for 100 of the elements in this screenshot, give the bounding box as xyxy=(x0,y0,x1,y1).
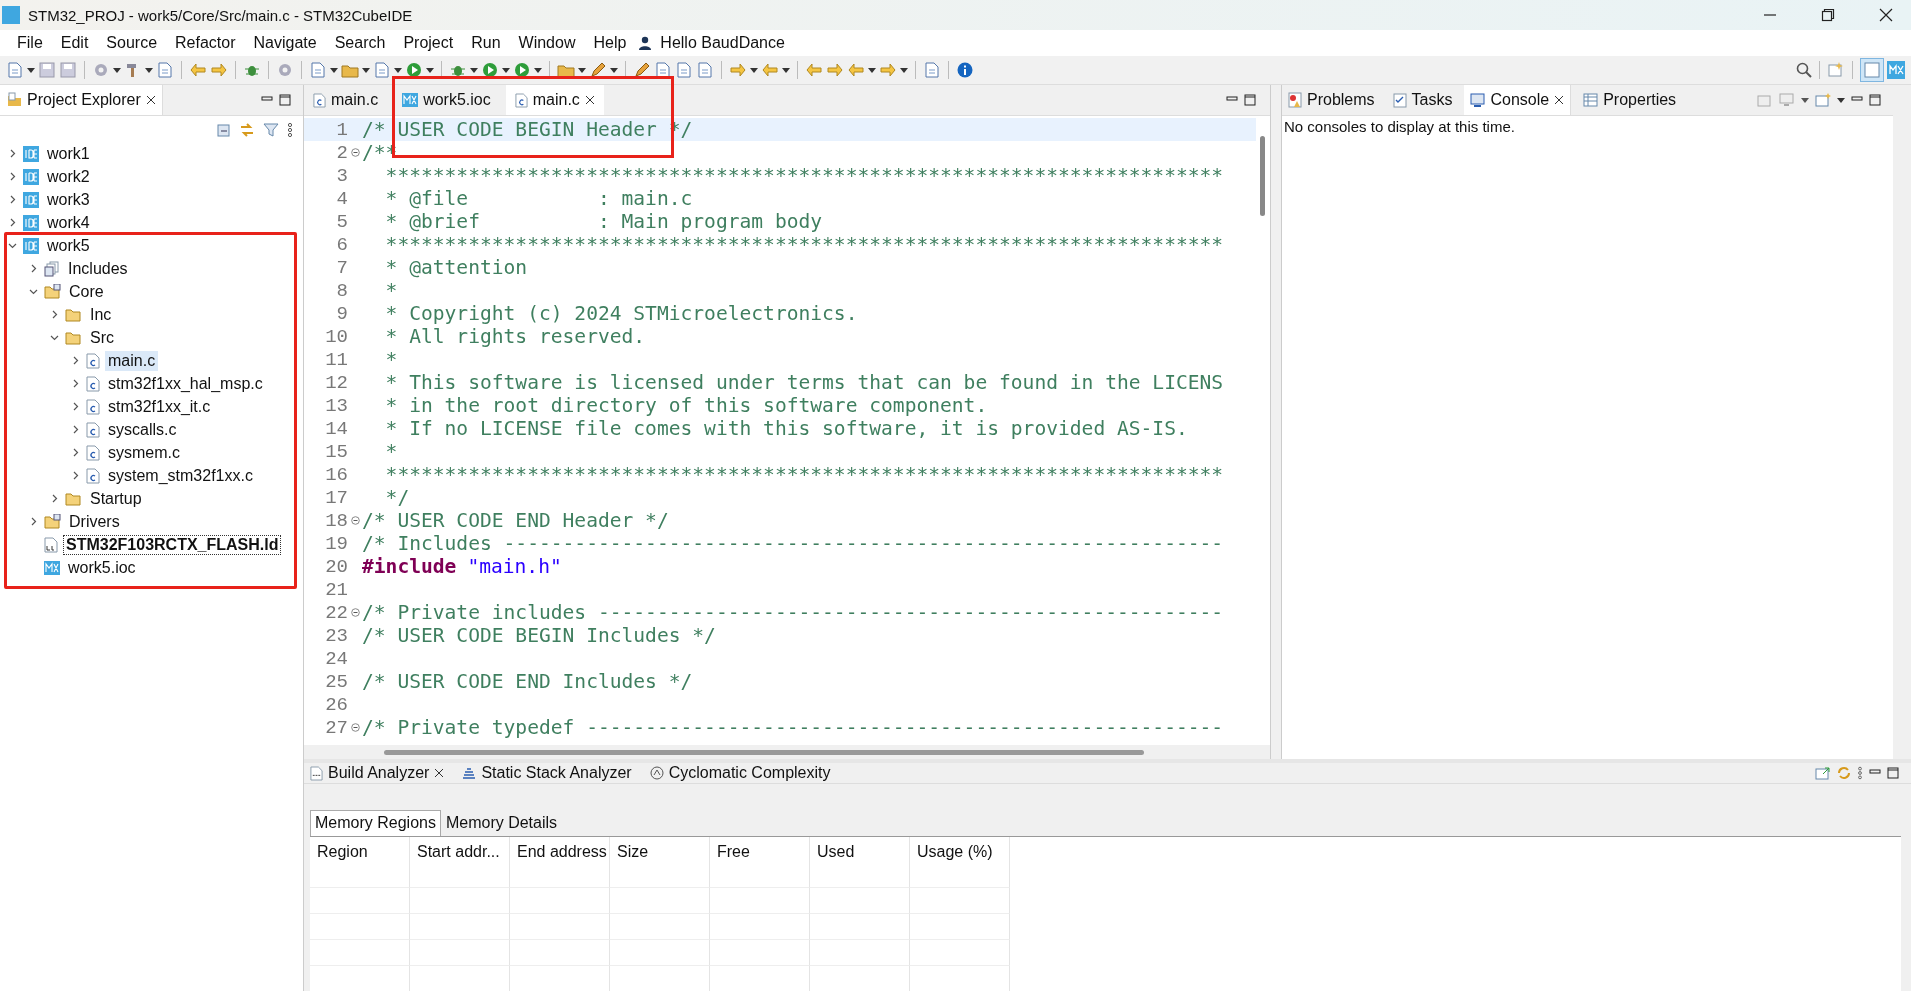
close-icon[interactable] xyxy=(1554,95,1565,105)
menu-item[interactable]: Source xyxy=(97,34,167,52)
close-icon[interactable] xyxy=(1879,8,1893,22)
dropdown-caret-icon[interactable] xyxy=(1837,97,1845,103)
menu-item[interactable]: Window xyxy=(509,34,585,52)
view-tab[interactable]: Console xyxy=(1464,85,1572,115)
includes-icon xyxy=(44,260,60,277)
dropdown-caret-icon[interactable] xyxy=(578,67,586,73)
column-header[interactable]: Usage (%) xyxy=(910,837,1010,887)
tree-item[interactable]: Core xyxy=(66,281,107,302)
tree-item[interactable]: work3 xyxy=(44,189,93,210)
tree-item[interactable]: STM32F103RCTX_FLASH.ld xyxy=(63,534,282,555)
tree-item[interactable]: work5 xyxy=(44,235,93,256)
more-options-icon[interactable] xyxy=(1857,766,1863,780)
close-icon[interactable] xyxy=(145,95,156,105)
dropdown-caret-icon[interactable] xyxy=(534,67,542,73)
scrollbar-thumb[interactable] xyxy=(384,749,1144,755)
maximize-icon[interactable] xyxy=(279,94,291,106)
maximize-icon[interactable] xyxy=(1869,94,1881,106)
view-tab[interactable]: Cyclomatic Complexity xyxy=(643,763,837,783)
export-icon[interactable] xyxy=(1815,766,1831,780)
user-name[interactable]: Hello BaudDance xyxy=(651,34,794,52)
scrollbar-thumb[interactable] xyxy=(1260,136,1265,216)
edit-icon[interactable] xyxy=(633,61,651,79)
menu-item[interactable]: Edit xyxy=(51,34,98,52)
fold-toggle-icon[interactable] xyxy=(350,148,360,157)
fold-toggle-icon[interactable] xyxy=(350,516,360,525)
sub-tab[interactable]: Memory Details xyxy=(440,810,563,836)
tree-item[interactable]: Startup xyxy=(87,488,145,509)
tree-item[interactable]: syscalls.c xyxy=(105,419,180,440)
fold-toggle-icon[interactable] xyxy=(350,608,360,617)
tree-item[interactable]: work5.ioc xyxy=(65,557,139,578)
menu-item[interactable]: Refactor xyxy=(166,34,245,52)
editor-tab[interactable]: work5.ioc xyxy=(393,85,500,115)
dropdown-caret-icon[interactable] xyxy=(610,67,618,73)
tree-item[interactable]: Src xyxy=(87,327,117,348)
editor-tab[interactable]: main.c xyxy=(304,85,388,115)
pen-icon[interactable] xyxy=(589,61,607,79)
column-header[interactable]: End address xyxy=(510,837,610,887)
column-header[interactable]: Region xyxy=(310,837,410,887)
collapse-all-icon[interactable] xyxy=(215,122,231,138)
tree-item[interactable]: stm32f1xx_it.c xyxy=(105,396,214,417)
explorer-tab[interactable]: Project Explorer xyxy=(0,85,163,115)
column-header[interactable]: Start addr... xyxy=(410,837,510,887)
tree-item[interactable]: system_stm32f1xx.c xyxy=(105,465,256,486)
dropdown-caret-icon[interactable] xyxy=(426,67,434,73)
menu-item[interactable]: Project xyxy=(394,34,463,52)
menu-item[interactable]: File xyxy=(8,34,52,52)
tree-item[interactable]: main.c xyxy=(105,350,159,371)
tree-item[interactable]: stm32f1xx_hal_msp.c xyxy=(105,373,266,394)
maximize-icon[interactable] xyxy=(1887,767,1899,779)
close-icon[interactable] xyxy=(434,768,445,778)
tree-item[interactable]: work1 xyxy=(44,143,93,164)
info-icon[interactable] xyxy=(956,61,974,79)
tree-item[interactable]: sysmem.c xyxy=(105,442,183,463)
mx-perspective-icon[interactable] xyxy=(1887,61,1905,79)
dropdown-caret-icon[interactable] xyxy=(900,67,908,73)
run-external-icon[interactable] xyxy=(513,61,531,79)
menu-item[interactable]: Help xyxy=(584,34,636,52)
maximize-icon[interactable] xyxy=(1244,94,1256,106)
close-icon[interactable] xyxy=(584,95,595,105)
view-tab[interactable]: Tasks xyxy=(1386,85,1459,115)
run-icon[interactable] xyxy=(481,61,499,79)
code-comment: * in the root directory of this software component. xyxy=(384,394,988,417)
dropdown-caret-icon[interactable] xyxy=(145,67,153,73)
tree-item[interactable]: work2 xyxy=(44,166,93,187)
menu-item[interactable]: Navigate xyxy=(244,34,326,52)
dropdown-caret-icon[interactable] xyxy=(1801,97,1809,103)
c-file-icon xyxy=(514,92,528,108)
dropdown-caret-icon[interactable] xyxy=(113,67,121,73)
tree-item[interactable]: Drivers xyxy=(66,511,123,532)
tree-item[interactable]: work4 xyxy=(44,212,93,233)
dropdown-caret-icon[interactable] xyxy=(470,67,478,73)
filter-icon[interactable] xyxy=(263,122,279,138)
dropdown-caret-icon[interactable] xyxy=(330,67,338,73)
dropdown-caret-icon[interactable] xyxy=(27,67,35,73)
view-tab[interactable]: Problems xyxy=(1282,85,1381,115)
more-options-icon[interactable] xyxy=(287,122,293,138)
fold-toggle-icon[interactable] xyxy=(350,723,360,732)
restore-icon[interactable] xyxy=(1821,8,1835,22)
menu-item[interactable]: Search xyxy=(325,34,395,52)
document-icon[interactable] xyxy=(654,61,672,79)
dropdown-caret-icon[interactable] xyxy=(362,67,370,73)
menu-item[interactable]: Run xyxy=(462,34,510,52)
dropdown-caret-icon[interactable] xyxy=(502,67,510,73)
dropdown-caret-icon[interactable] xyxy=(782,67,790,73)
tree-item[interactable]: Inc xyxy=(87,304,115,325)
dropdown-caret-icon[interactable] xyxy=(750,67,758,73)
dropdown-caret-icon[interactable] xyxy=(868,67,876,73)
column-header[interactable]: Size xyxy=(610,837,710,887)
dropdown-caret-icon[interactable] xyxy=(394,67,402,73)
editor-tab[interactable]: main.c xyxy=(505,85,604,115)
column-header[interactable]: Used xyxy=(810,837,910,887)
view-tab[interactable]: Properties xyxy=(1577,85,1683,115)
tree-item[interactable]: Includes xyxy=(65,258,131,279)
search-icon[interactable] xyxy=(1796,62,1812,78)
code-comment: /* Includes ------------------------------------------------------------- xyxy=(362,532,1224,555)
sub-tab[interactable]: Memory Regions xyxy=(310,810,441,836)
view-tab[interactable]: Static Stack Analyzer xyxy=(456,763,638,783)
column-header[interactable]: Free xyxy=(710,837,810,887)
